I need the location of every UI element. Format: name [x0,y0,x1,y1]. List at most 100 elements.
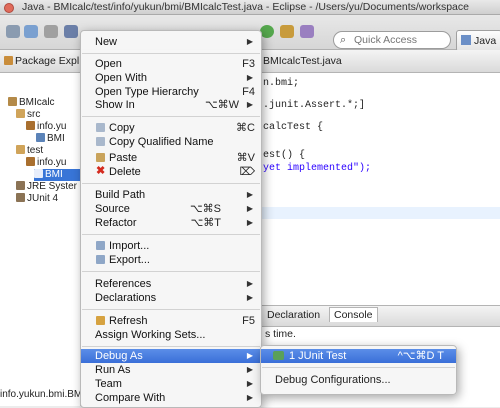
menu-item-refactor[interactable]: Refactor ⌥⌘T ▶ [81,216,261,230]
tree-item[interactable]: test [16,145,43,157]
bottom-tabs: Declaration Console [261,306,500,327]
source-folder-icon [16,109,25,118]
menu-item-new[interactable]: New ▶ [81,35,261,49]
tree-item[interactable]: BMIcalc [8,97,55,109]
submenu-arrow-icon: ▶ [246,190,253,199]
menu-divider [82,234,260,235]
copy-icon [96,123,105,132]
print-icon[interactable] [44,25,58,38]
submenu-arrow-icon: ▶ [246,73,253,82]
window-title: Java - BMIcalc/test/info/yukun/bmi/BMIca… [22,1,469,13]
package-explorer: Package Expl BMIcalc src info.yu BMI tes… [0,50,81,406]
menu-item-copy-qualified-name[interactable]: Copy Qualified Name [81,135,261,149]
editor-tab[interactable]: BMIcalcTest.java [261,50,500,73]
menu-item-run-as[interactable]: Run As ▶ [81,363,261,377]
menu-item-open-with[interactable]: Open With ▶ [81,71,261,85]
submenu-item-debug-configurations[interactable]: Debug Configurations... [261,373,456,387]
submenu-arrow-icon: ▶ [246,279,253,288]
package-explorer-icon [4,56,13,65]
console-text: s time. [265,328,296,340]
junit-icon [273,351,284,360]
java-file-icon [34,169,43,178]
menu-item-build-path[interactable]: Build Path ▶ [81,188,261,202]
menu-item-open-type-hierarchy[interactable]: Open Type Hierarchy F4 [81,85,261,99]
close-window-icon[interactable] [4,3,14,13]
quick-access-input[interactable] [352,33,448,47]
submenu-arrow-icon: ▶ [246,100,253,109]
code-line: .junit.Assert.*;] [263,100,366,111]
submenu-arrow-icon: ▶ [246,293,253,302]
menu-item-refresh[interactable]: Refresh F5 [81,314,261,328]
menu-item-team[interactable]: Team ▶ [81,377,261,391]
magnifier-icon: ⌕ [340,34,347,46]
menu-item-declarations[interactable]: Declarations ▶ [81,291,261,305]
tab-declaration[interactable]: Declaration [267,309,320,321]
export-icon [96,255,105,264]
tree-item[interactable]: src [16,109,40,121]
java-perspective-icon [461,35,471,45]
menu-item-paste[interactable]: Paste ⌘V [81,151,261,165]
submenu-arrow-icon: ▶ [246,37,253,46]
menu-divider [262,367,455,368]
code-editor[interactable]: BMIcalcTest.java n.bmi; .junit.Assert.*;… [260,50,500,305]
package-explorer-title: Package Expl [0,50,80,73]
code-line: est() { [263,150,306,161]
menu-divider [82,53,260,54]
debug-icon[interactable] [64,25,78,38]
package-icon [26,121,35,130]
delete-icon: ✖ [96,165,106,177]
menu-item-copy[interactable]: Copy ⌘C [81,121,261,135]
library-icon [16,181,25,190]
code-line: yet implemented"); [263,163,372,174]
tree-item[interactable]: JRE Syster [16,181,77,193]
menu-item-export[interactable]: Export... [81,253,261,267]
quick-access-box[interactable]: ⌕ [333,31,451,49]
menu-divider [82,116,260,117]
menu-item-compare-with[interactable]: Compare With ▶ [81,391,261,405]
new-package-icon[interactable] [280,25,294,38]
tree-item-selected[interactable]: BMI [34,169,80,181]
submenu-arrow-icon: ▶ [246,351,253,360]
status-bar: info.yukun.bmi.BMIcalc [0,389,80,400]
menu-divider [82,271,260,272]
java-file-icon [36,133,45,142]
tab-console[interactable]: Console [329,307,378,322]
menu-item-import[interactable]: Import... [81,239,261,253]
paste-icon [96,153,105,162]
menu-item-assign-working-sets[interactable]: Assign Working Sets... [81,328,261,342]
code-line: n.bmi; [263,78,300,89]
java-perspective-button[interactable]: Java [456,30,500,52]
project-icon [8,97,17,106]
menu-divider [82,309,260,310]
submenu-item-junit-test[interactable]: 1 JUnit Test ^⌥⌘D T [261,349,456,363]
submenu-arrow-icon: ▶ [246,393,253,402]
tree-item[interactable]: info.yu [26,121,66,133]
library-icon [16,193,25,202]
submenu-arrow-icon: ▶ [246,365,253,374]
window-titlebar: Java - BMIcalc/test/info/yukun/bmi/BMIca… [0,0,500,15]
menu-item-delete[interactable]: ✖ Delete ⌦ [81,165,261,179]
save-icon[interactable] [24,25,38,38]
submenu-arrow-icon: ▶ [246,218,253,227]
menu-item-source[interactable]: Source ⌥⌘S ▶ [81,202,261,216]
context-menu: New ▶ Open F3 Open With ▶ Open Type Hierarc… [80,30,262,408]
search-icon[interactable] [300,25,314,38]
menu-item-references[interactable]: References ▶ [81,277,261,291]
debug-as-submenu: 1 JUnit Test ^⌥⌘D T Debug Configurations.… [260,345,457,395]
tree-item[interactable]: BMI [36,133,65,145]
menu-divider [82,183,260,184]
submenu-arrow-icon: ▶ [246,204,253,213]
source-folder-icon [16,145,25,154]
current-line-highlight [261,207,500,219]
tree-item[interactable]: JUnit 4 [16,193,58,205]
run-icon[interactable] [260,25,274,38]
menu-item-open[interactable]: Open F3 [81,57,261,71]
menu-divider [82,346,260,347]
import-icon [96,241,105,250]
tree-item[interactable]: info.yu [26,157,66,169]
menu-item-show-in[interactable]: Show In ⌥⌘W ▶ [81,98,261,112]
submenu-arrow-icon: ▶ [246,379,253,388]
refresh-icon [96,316,105,325]
new-icon[interactable] [6,25,20,38]
menu-item-debug-as[interactable]: Debug As ▶ [81,349,261,363]
